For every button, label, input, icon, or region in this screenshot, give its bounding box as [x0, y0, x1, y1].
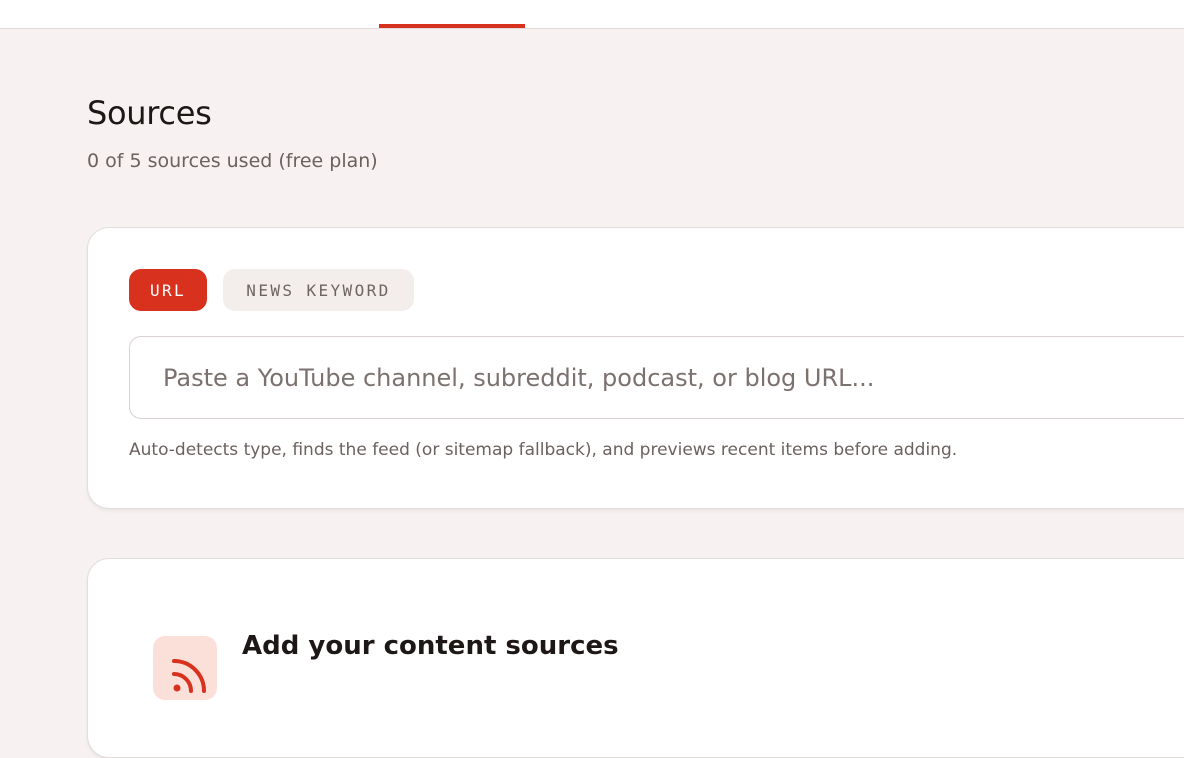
top-navigation-bar: [0, 0, 1184, 29]
rss-feed-icon: [153, 636, 217, 700]
news-keyword-mode-tab[interactable]: NEWS KEYWORD: [223, 269, 414, 311]
empty-sources-card: Add your content sources: [87, 558, 1184, 758]
page-title: Sources: [87, 94, 212, 132]
sources-usage-text: 0 of 5 sources used (free plan): [87, 150, 378, 172]
url-mode-tab[interactable]: URL: [129, 269, 207, 311]
add-source-card: URL NEWS KEYWORD Auto-detects type, find…: [87, 227, 1184, 509]
source-url-input[interactable]: [129, 336, 1184, 419]
empty-state-title: Add your content sources: [242, 631, 619, 661]
active-tab-indicator: [379, 24, 525, 28]
url-helper-text: Auto-detects type, finds the feed (or si…: [129, 440, 958, 460]
